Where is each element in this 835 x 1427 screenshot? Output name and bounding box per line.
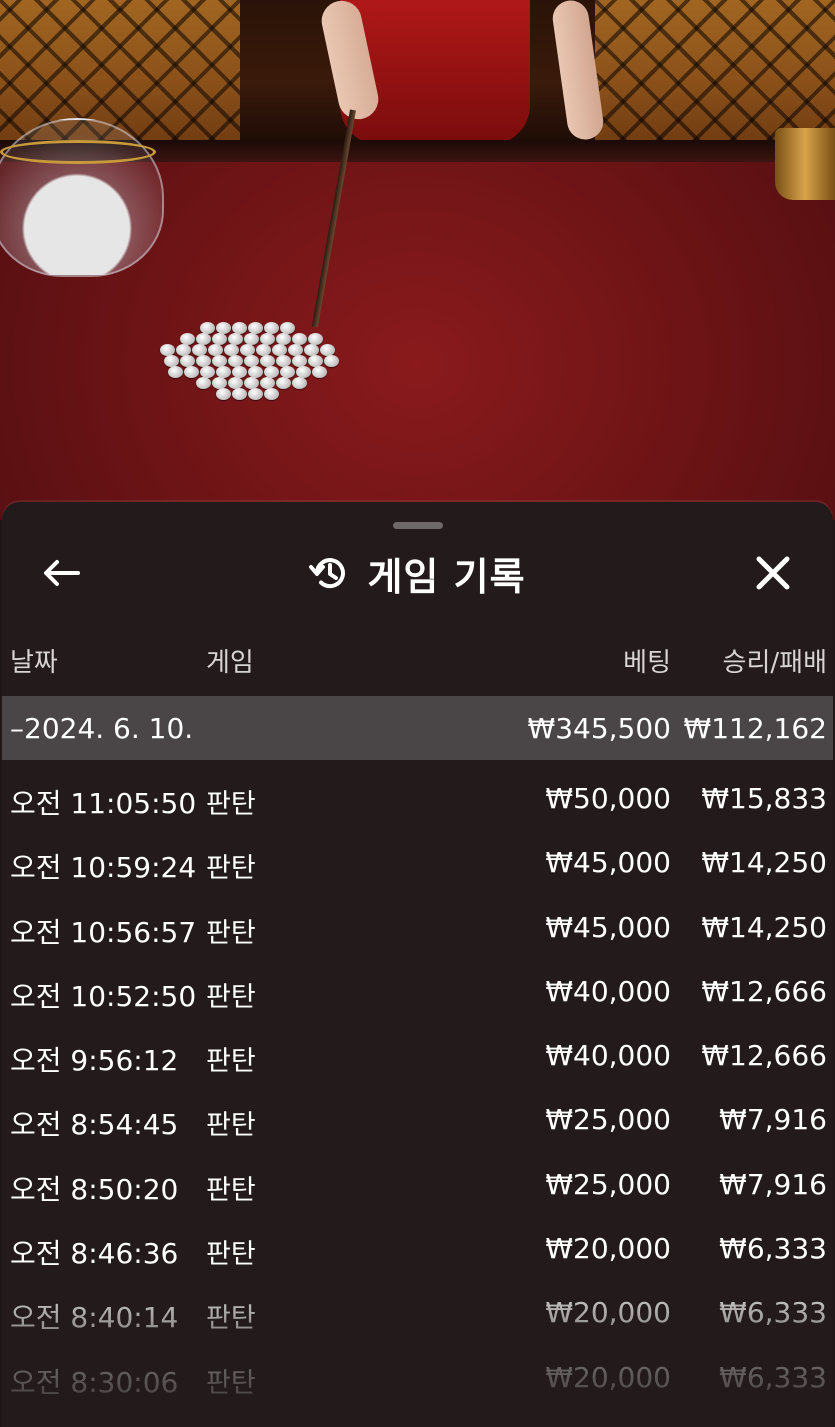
row-game: 판탄 [206,853,256,885]
column-header-win-loss[interactable]: 승리/패배 [723,642,827,679]
row-game: 판탄 [206,1239,256,1271]
row-win: ₩14,250 [701,910,827,944]
bead [196,377,211,389]
close-icon [756,556,790,590]
close-button[interactable] [750,552,796,594]
table-row[interactable]: 오전 11:05:50 판탄 ₩50,000 ₩15,833 [2,766,833,830]
bead [324,355,339,367]
row-game: 판탄 [206,981,256,1013]
row-time: 오전 8:54:45 [10,1108,179,1142]
row-game: 판탄 [206,917,256,949]
row-time: 오전 10:59:24 [10,851,197,885]
row-win: ₩6,333 [719,1360,827,1394]
sheet-title-group: 게임 기록 [2,542,833,604]
record-list: 오전 11:05:50 판탄 ₩50,000 ₩15,833 오전 10:59:… [2,766,833,1409]
row-bet: ₩25,000 [545,1167,671,1201]
bead [292,377,307,389]
row-bet: ₩40,000 [545,1039,671,1073]
table-header: 날짜 게임 베팅 승리/패배 [2,642,833,686]
row-time: 오전 8:50:20 [10,1172,179,1206]
row-game: 판탄 [206,1367,256,1399]
row-bet: ₩20,000 [545,1360,671,1394]
date-group-bet-total: ₩345,500 [527,712,671,745]
row-time: 오전 8:40:14 [10,1301,179,1335]
date-group-label: –2024. 6. 10. [10,712,194,745]
bead [168,366,183,378]
game-history-sheet: 게임 기록 날짜 게임 베팅 승리/패배 –2024. 6. 10. ₩345,… [2,502,833,1427]
row-bet: ₩25,000 [545,1103,671,1137]
table-row[interactable]: 오전 10:52:50 판탄 ₩40,000 ₩12,666 [2,959,833,1023]
column-header-game[interactable]: 게임 [206,642,254,679]
bead [312,366,327,378]
date-group-row[interactable]: –2024. 6. 10. ₩345,500 ₩112,162 [2,696,833,760]
sheet-header: 게임 기록 [2,542,833,604]
column-header-bet[interactable]: 베팅 [623,642,671,679]
row-time: 오전 10:56:57 [10,915,197,949]
row-time: 오전 10:52:50 [10,979,197,1013]
row-win: ₩7,916 [719,1103,827,1137]
bead [184,366,199,378]
row-win: ₩14,250 [701,846,827,880]
history-icon [309,558,346,589]
row-bet: ₩45,000 [545,910,671,944]
row-game: 판탄 [206,1110,256,1142]
bead-dome-ring [0,140,156,164]
row-bet: ₩50,000 [545,782,671,815]
row-bet: ₩40,000 [545,974,671,1008]
bead [232,388,247,400]
row-bet: ₩45,000 [545,846,671,880]
row-game: 판탄 [206,1174,256,1206]
table-row[interactable]: 오전 8:46:36 판탄 ₩20,000 ₩6,333 [2,1216,833,1280]
row-win: ₩12,666 [701,974,827,1008]
back-button[interactable] [38,552,84,594]
row-time: 오전 9:56:12 [10,1044,179,1078]
row-win: ₩12,666 [701,1039,827,1073]
arrow-left-icon [44,560,80,586]
drag-handle[interactable] [393,522,443,529]
row-bet: ₩20,000 [545,1296,671,1330]
brass-cup [775,128,835,200]
row-time: 오전 8:46:36 [10,1237,179,1271]
table-row[interactable]: 오전 8:50:20 판탄 ₩25,000 ₩7,916 [2,1152,833,1216]
table-row[interactable]: 오전 8:54:45 판탄 ₩25,000 ₩7,916 [2,1087,833,1151]
row-win: ₩6,333 [719,1296,827,1330]
bead [276,377,291,389]
table-row[interactable]: 오전 8:40:14 판탄 ₩20,000 ₩6,333 [2,1280,833,1344]
table-row[interactable]: 오전 8:30:06 판탄 ₩20,000 ₩6,333 [2,1345,833,1409]
bead [216,388,231,400]
row-game: 판탄 [206,1303,256,1335]
bead-pile [160,322,339,410]
row-time: 오전 8:30:06 [10,1365,179,1399]
row-win: ₩7,916 [719,1167,827,1201]
table-row[interactable]: 오전 10:56:57 판탄 ₩45,000 ₩14,250 [2,895,833,959]
row-win: ₩15,833 [701,782,827,815]
row-time: 오전 11:05:50 [10,787,197,820]
date-group-win-total: ₩112,162 [683,712,827,745]
row-win: ₩6,333 [719,1232,827,1266]
table-row[interactable]: 오전 10:59:24 판탄 ₩45,000 ₩14,250 [2,830,833,894]
bead [264,388,279,400]
live-video-feed [0,0,835,520]
bead [248,388,263,400]
row-bet: ₩20,000 [545,1232,671,1266]
row-game: 판탄 [206,1046,256,1078]
row-game: 판탄 [206,789,256,820]
column-header-date[interactable]: 날짜 [10,642,58,679]
table-row[interactable]: 오전 9:56:12 판탄 ₩40,000 ₩12,666 [2,1023,833,1087]
page-title: 게임 기록 [367,554,526,599]
